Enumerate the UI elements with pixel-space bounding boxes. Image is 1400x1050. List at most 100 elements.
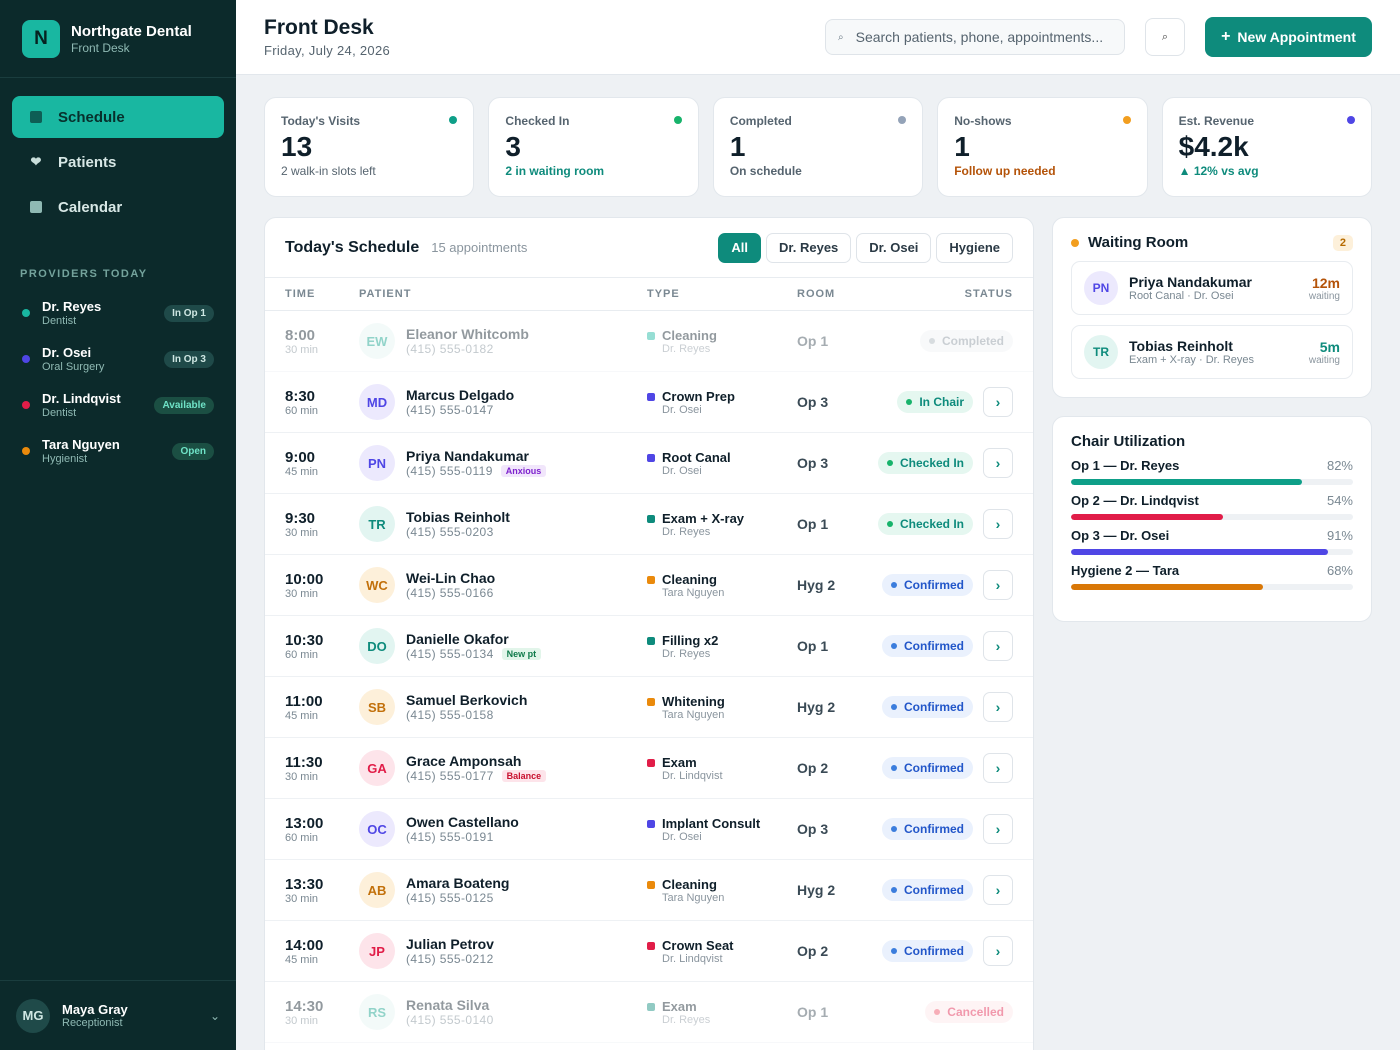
type-info: Filling x2 Dr. Reyes bbox=[662, 633, 718, 660]
waiting-item[interactable]: PN Priya Nandakumar Root Canal · Dr. Osei 1… bbox=[1071, 261, 1353, 315]
search-input[interactable]: ⌕ Search patients, phone, appointments..… bbox=[825, 19, 1125, 55]
patient-name[interactable]: Tobias Reinholt bbox=[406, 509, 510, 525]
provider-item[interactable]: Dr. Lindqvist Dentist Available bbox=[0, 382, 236, 428]
nav-schedule[interactable]: Schedule bbox=[12, 96, 224, 138]
patient-name[interactable]: Eleanor Whitcomb bbox=[406, 326, 529, 342]
chevron-right-icon[interactable]: › bbox=[983, 753, 1013, 783]
stat-sub: 2 walk-in slots left bbox=[281, 164, 376, 178]
table-row[interactable]: 11:00 45 min SB Samuel Berkovich (415) 555-0… bbox=[265, 677, 1033, 738]
appointment-type: Cleaning bbox=[662, 571, 717, 587]
status-dot-icon bbox=[1347, 116, 1356, 124]
utilization-row: Op 2 — Dr. Lindqvist 54% bbox=[1071, 493, 1353, 520]
room-cell: Op 2 bbox=[797, 943, 829, 959]
search-placeholder: Search patients, phone, appointments... bbox=[855, 29, 1104, 45]
patient-name[interactable]: Danielle Okafor bbox=[406, 631, 541, 647]
status-label: Completed bbox=[941, 334, 1004, 348]
chevron-right-icon[interactable]: › bbox=[983, 387, 1013, 417]
table-row[interactable]: 9:00 45 min PN Priya Nandakumar (415) 555-01… bbox=[265, 433, 1033, 494]
provider-item[interactable]: Dr. Osei Oral Surgery In Op 3 bbox=[0, 336, 236, 382]
provider-role: Oral Surgery bbox=[42, 361, 105, 373]
table-row[interactable]: 11:30 30 min GA Grace Amponsah (415) 555-017… bbox=[265, 738, 1033, 799]
waiting-time: 12m waiting bbox=[1309, 275, 1340, 302]
table-row[interactable]: 13:00 60 min OC Owen Castellano (415) 555-01… bbox=[265, 799, 1033, 860]
stat-label: Checked In bbox=[505, 114, 570, 128]
waiting-item[interactable]: TR Tobias Reinholt Exam + X-ray · Dr. Reye… bbox=[1071, 325, 1353, 379]
provider-name: Dr. Osei bbox=[42, 345, 92, 360]
patient-name[interactable]: Samuel Berkovich bbox=[406, 692, 527, 708]
patient-name[interactable]: Grace Amponsah bbox=[406, 753, 546, 769]
status-badge: Completed bbox=[919, 330, 1013, 352]
status-label: Confirmed bbox=[904, 883, 964, 897]
avatar: WC bbox=[359, 567, 395, 603]
brand-sub: Front Desk bbox=[71, 40, 130, 55]
table-row[interactable]: 8:00 30 min EW Eleanor Whitcomb (415) 555-01… bbox=[265, 311, 1033, 372]
patient-info: Julian Petrov (415) 555-0212 bbox=[406, 936, 494, 966]
table-row[interactable]: 9:30 30 min TR Tobias Reinholt (415) 555-020… bbox=[265, 494, 1033, 555]
table-row[interactable]: 14:00 45 min JP Julian Petrov (415) 555-0212… bbox=[265, 921, 1033, 982]
patient-info: Samuel Berkovich (415) 555-0158 bbox=[406, 692, 527, 722]
plus-icon: + bbox=[1221, 28, 1231, 45]
stat-card: Est. Revenue $4.2k ▲ 12% vs avg bbox=[1161, 97, 1373, 197]
appointment-type: Exam bbox=[662, 754, 697, 770]
status-label: Confirmed bbox=[904, 639, 964, 653]
table-row[interactable]: 14:30 30 min RS Renata Silva (415) 555-0140 E… bbox=[265, 982, 1033, 1043]
search-button[interactable]: ⌕ bbox=[1145, 18, 1185, 56]
new-appointment-button[interactable]: + New Appointment bbox=[1205, 17, 1372, 57]
patient-name[interactable]: Amara Boateng bbox=[406, 875, 509, 891]
chevron-right-icon[interactable]: › bbox=[983, 875, 1013, 905]
patient-cell: MD Marcus Delgado (415) 555-0147 bbox=[359, 384, 647, 420]
waiting-room-panel: Waiting Room 2 PN Priya Nandakumar Root Ca… bbox=[1052, 217, 1372, 398]
table-row[interactable]: 10:00 30 min WC Wei-Lin Chao (415) 555-0166 C… bbox=[265, 555, 1033, 616]
status-dot-icon bbox=[891, 582, 897, 588]
provider-item[interactable]: Dr. Reyes Dentist In Op 1 bbox=[0, 290, 236, 336]
brand-name: Northgate Dental bbox=[71, 22, 192, 40]
status-badge: Confirmed bbox=[882, 757, 973, 779]
avatar: OC bbox=[359, 811, 395, 847]
patient-cell: DO Danielle Okafor (415) 555-0134 New pt bbox=[359, 628, 647, 664]
chevron-right-icon[interactable]: › bbox=[983, 814, 1013, 844]
patient-name[interactable]: Priya Nandakumar bbox=[406, 448, 546, 464]
table-row[interactable]: 10:30 60 min DO Danielle Okafor (415) 555-01… bbox=[265, 616, 1033, 677]
patient-name[interactable]: Julian Petrov bbox=[406, 936, 494, 952]
chevron-right-icon[interactable]: › bbox=[983, 631, 1013, 661]
chevron-right-icon[interactable]: › bbox=[983, 692, 1013, 722]
chevron-right-icon[interactable]: › bbox=[983, 936, 1013, 966]
appointment-provider: Dr. Osei bbox=[662, 403, 702, 416]
type-cell: Cleaning Dr. Reyes bbox=[647, 328, 797, 355]
provider-item[interactable]: Tara Nguyen Hygienist Open bbox=[0, 428, 236, 474]
user-menu[interactable]: MG Maya Gray Receptionist ⌄ bbox=[0, 980, 236, 1050]
stat-value: 1 bbox=[729, 131, 746, 162]
patient-name[interactable]: Marcus Delgado bbox=[406, 387, 514, 403]
chevron-down-icon[interactable]: ⌄ bbox=[210, 1009, 220, 1023]
patient-name[interactable]: Wei-Lin Chao bbox=[406, 570, 495, 586]
stat-value: 3 bbox=[505, 131, 521, 162]
room-cell: Op 2 bbox=[797, 760, 829, 776]
filter-dr-osei[interactable]: Dr. Osei bbox=[856, 232, 932, 263]
filter-all[interactable]: All bbox=[718, 232, 762, 263]
type-cell: Whitening Tara Nguyen bbox=[647, 694, 797, 721]
patient-phone: (415) 555-0191 bbox=[406, 830, 494, 844]
patient-name[interactable]: Owen Castellano bbox=[406, 814, 519, 830]
avatar: RS bbox=[359, 994, 395, 1030]
chevron-right-icon[interactable]: › bbox=[983, 509, 1013, 539]
table-row[interactable]: 13:30 30 min AB Amara Boateng (415) 555-0125… bbox=[265, 860, 1033, 921]
filter-dr-reyes[interactable]: Dr. Reyes bbox=[766, 232, 852, 263]
stat-sub: ▲ 12% vs avg bbox=[1178, 164, 1259, 178]
filter-hygiene[interactable]: Hygiene bbox=[936, 232, 1013, 263]
chevron-right-icon[interactable]: › bbox=[983, 570, 1013, 600]
type-info: Crown Prep Dr. Osei bbox=[662, 389, 735, 416]
patient-name[interactable]: Renata Silva bbox=[406, 997, 494, 1013]
status-cell: Cancelled bbox=[877, 1001, 1013, 1023]
chevron-right-icon[interactable]: › bbox=[983, 448, 1013, 478]
utilization-title: Chair Utilization bbox=[1071, 433, 1186, 450]
topbar: Front Desk Friday, July 24, 2026 ⌕ Searc… bbox=[236, 0, 1400, 75]
type-color-icon bbox=[647, 758, 655, 767]
waiting-detail: Root Canal · Dr. Osei bbox=[1129, 290, 1234, 302]
status-label: Cancelled bbox=[947, 1005, 1004, 1019]
nav-calendar[interactable]: Calendar bbox=[12, 186, 224, 228]
patient-tag: Balance bbox=[501, 770, 547, 782]
waiting-list: PN Priya Nandakumar Root Canal · Dr. Osei 1… bbox=[1071, 261, 1353, 379]
nav-patients[interactable]: ❤ Patients bbox=[12, 141, 224, 183]
type-color-icon bbox=[647, 636, 655, 645]
table-row[interactable]: 8:30 60 min MD Marcus Delgado (415) 555-0147… bbox=[265, 372, 1033, 433]
